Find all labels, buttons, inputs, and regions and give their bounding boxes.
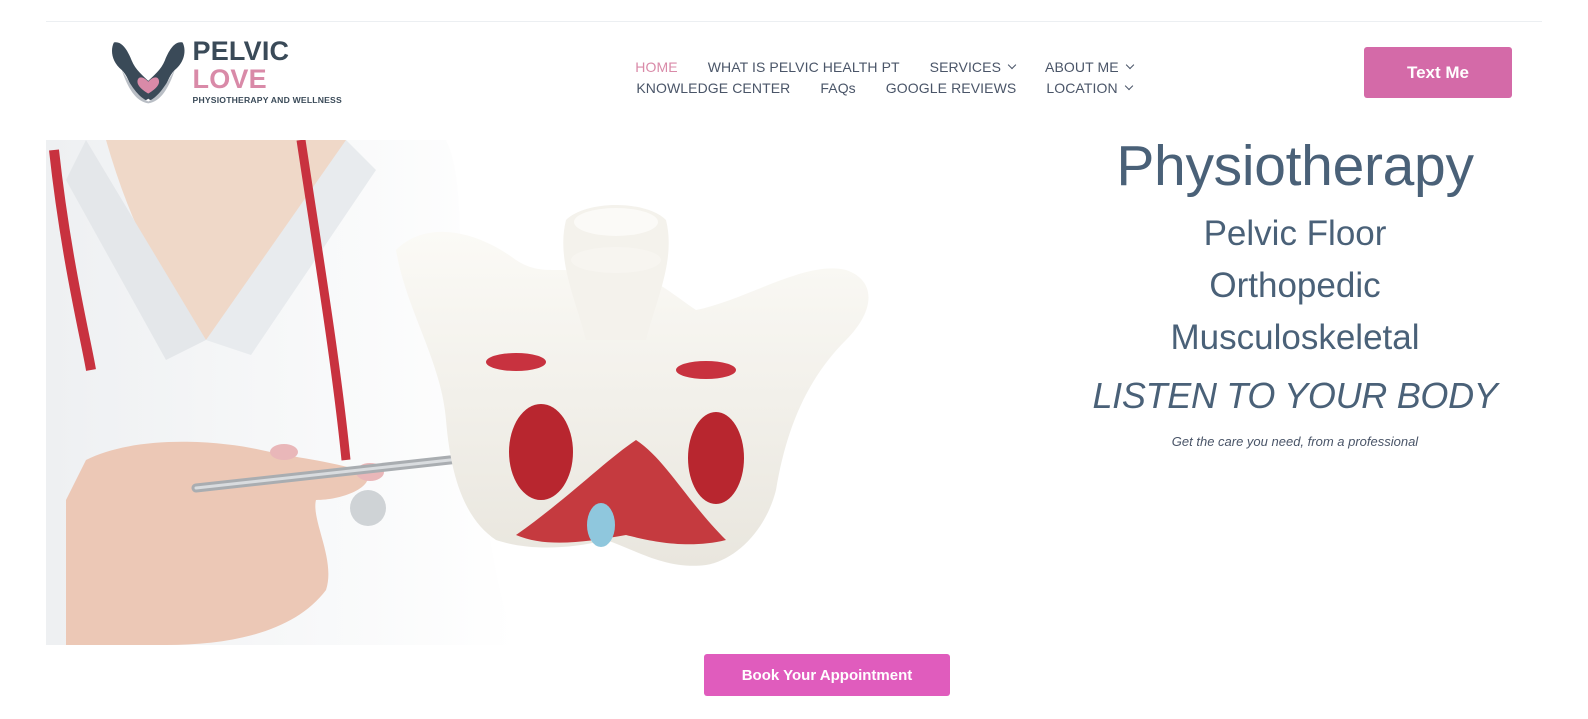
hero-title: Physiotherapy bbox=[1116, 134, 1474, 198]
nav-item-services[interactable]: SERVICES bbox=[915, 59, 1030, 75]
nav-item-label: FAQs bbox=[820, 79, 856, 96]
hero-text-block: Physiotherapy Pelvic Floor Orthopedic Mu… bbox=[1090, 136, 1500, 449]
nav-item-label: SERVICES bbox=[929, 58, 1002, 75]
logo-word-accent: LOVE bbox=[192, 64, 267, 94]
site-logo[interactable]: PELVIC LOVE PHYSIOTHERAPY AND WELLNESS bbox=[108, 36, 368, 106]
hero-line-musculoskeletal: Musculoskeletal bbox=[1170, 318, 1420, 357]
nav-item-google-reviews[interactable]: GOOGLE REVIEWS bbox=[871, 80, 1032, 96]
nav-item-about-me[interactable]: ABOUT ME bbox=[1030, 59, 1148, 75]
nav-item-label: WHAT IS PELVIC HEALTH PT bbox=[707, 58, 900, 75]
nav-item-faqs[interactable]: FAQs bbox=[805, 80, 870, 96]
chevron-down-icon bbox=[1124, 81, 1133, 90]
nav-item-label: LOCATION bbox=[1046, 79, 1118, 96]
nav-item-label: GOOGLE REVIEWS bbox=[885, 79, 1017, 96]
nav-item-location[interactable]: LOCATION bbox=[1031, 80, 1146, 96]
book-appointment-button[interactable]: Book Your Appointment bbox=[704, 654, 950, 696]
logo-wordmark: PELVIC LOVE bbox=[193, 37, 368, 93]
pelvis-model-photo-icon bbox=[46, 140, 896, 645]
nav-item-label: KNOWLEDGE CENTER bbox=[636, 79, 791, 96]
hero-line-pelvic-floor: Pelvic Floor bbox=[1203, 214, 1387, 253]
chevron-down-icon bbox=[1007, 60, 1017, 69]
hero-image bbox=[46, 140, 896, 645]
main-navigation: HOME WHAT IS PELVIC HEALTH PT SERVICES A… bbox=[620, 56, 1148, 98]
text-me-button[interactable]: Text Me bbox=[1364, 47, 1512, 98]
nav-item-label: ABOUT ME bbox=[1045, 58, 1119, 75]
nav-row-2: KNOWLEDGE CENTER FAQs GOOGLE REVIEWS LOC… bbox=[620, 77, 1148, 98]
nav-item-knowledge-center[interactable]: KNOWLEDGE CENTER bbox=[621, 80, 805, 96]
logo-tagline: PHYSIOTHERAPY AND WELLNESS bbox=[192, 95, 342, 105]
chevron-down-icon bbox=[1125, 60, 1134, 69]
hero-subtext: Get the care you need, from a profession… bbox=[1171, 434, 1419, 449]
nav-row-1: HOME WHAT IS PELVIC HEALTH PT SERVICES A… bbox=[620, 56, 1148, 77]
nav-item-home[interactable]: HOME bbox=[620, 59, 692, 75]
hero-tagline: LISTEN TO YOUR BODY bbox=[1092, 375, 1498, 416]
logo-word-main: PELVIC bbox=[192, 36, 290, 66]
header-divider bbox=[46, 21, 1542, 22]
nav-item-label: HOME bbox=[635, 58, 678, 75]
nav-item-what-is-pelvic-health-pt[interactable]: WHAT IS PELVIC HEALTH PT bbox=[693, 59, 915, 75]
hero-line-orthopedic: Orthopedic bbox=[1209, 266, 1381, 305]
pelvis-heart-logo-icon bbox=[111, 42, 185, 104]
